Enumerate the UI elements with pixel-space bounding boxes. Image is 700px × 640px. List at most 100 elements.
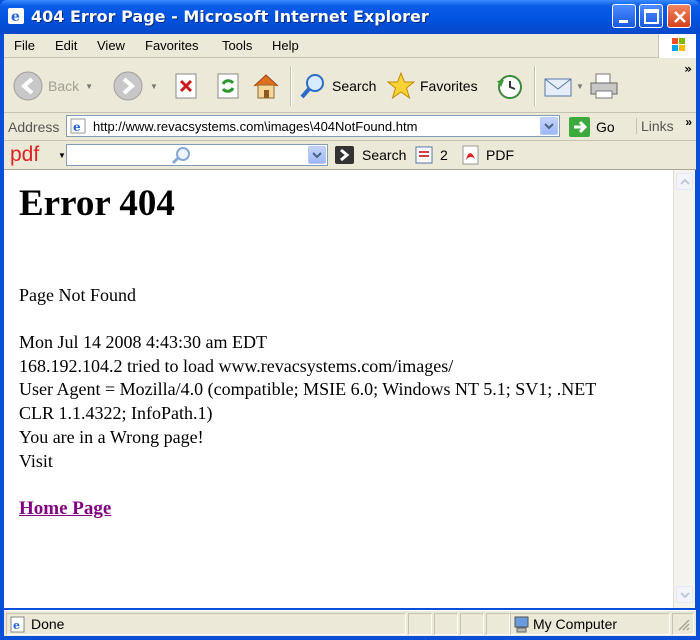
mail-envelope-icon <box>544 78 572 97</box>
status-text: Done <box>31 616 65 632</box>
pdf-label: PDF <box>486 147 514 163</box>
address-input[interactable]: e http://www.revacsystems.com\images\404… <box>66 115 560 137</box>
back-label: Back <box>48 78 80 94</box>
user-agent-text: User Agent = Mozilla/4.0 (compatible; MS… <box>19 379 597 399</box>
back-dropdown-icon[interactable]: ▼ <box>85 82 93 91</box>
chevron-up-icon <box>680 178 690 185</box>
page-ie-icon: e <box>70 118 86 134</box>
toolbar-separator <box>534 66 536 106</box>
page-content: Error 404 Page Not Found Mon Jul 14 2008… <box>4 170 673 608</box>
search-label: Search <box>332 78 377 94</box>
pdf-button[interactable]: PDF <box>460 145 514 165</box>
favorites-label: Favorites <box>420 78 478 94</box>
menu-tools[interactable]: Tools <box>222 38 252 53</box>
security-zone-cell[interactable]: My Computer <box>510 613 670 635</box>
pdf-highlight-button[interactable]: 2 <box>414 145 448 165</box>
pdf-search-input[interactable] <box>66 144 328 166</box>
page-not-found-text: Page Not Found <box>19 285 136 305</box>
history-clock-icon <box>497 75 522 99</box>
pdf-search-label: Search <box>362 147 407 163</box>
chevron-down-icon <box>312 152 322 159</box>
home-button[interactable] <box>250 68 282 104</box>
status-cell-blank <box>408 613 432 635</box>
close-icon <box>674 11 686 23</box>
page-done-icon: e <box>10 616 25 633</box>
minimize-icon <box>619 20 628 23</box>
menu-favorites[interactable]: Favorites <box>145 38 198 53</box>
pdf-search-dropdown-button[interactable] <box>308 146 326 164</box>
resize-grip[interactable] <box>672 613 694 635</box>
status-bar: e Done My Computer <box>4 610 696 636</box>
home-icon <box>253 74 279 99</box>
status-cell-blank <box>486 613 510 635</box>
menu-help[interactable]: Help <box>272 38 299 53</box>
close-button[interactable] <box>667 4 691 28</box>
security-zone-text: My Computer <box>533 616 618 632</box>
status-cell-blank <box>460 613 484 635</box>
ie-icon: e <box>8 8 24 25</box>
print-button[interactable] <box>588 68 620 104</box>
search-magnifier-icon <box>300 74 324 99</box>
forward-button[interactable]: ▼ <box>112 68 158 104</box>
links-overflow-icon[interactable]: » <box>685 115 692 129</box>
window-frame-bottom <box>0 636 700 640</box>
pdf-file-icon <box>462 145 479 165</box>
pdf-logo[interactable]: pdf <box>10 143 39 167</box>
timestamp-text: Mon Jul 14 2008 4:43:30 am EDT <box>19 332 267 352</box>
user-agent-text-continued: CLR 1.1.4322; InfoPath.1) <box>19 403 213 423</box>
favorites-star-icon <box>386 71 416 100</box>
history-button[interactable] <box>494 68 524 104</box>
svg-text:e: e <box>11 9 20 25</box>
mail-button[interactable]: ▼ <box>542 68 584 104</box>
my-computer-icon <box>514 616 529 633</box>
mail-dropdown-icon[interactable]: ▼ <box>576 82 584 91</box>
pdf-toolbar: pdf ▼ Search 2 PDF <box>4 141 696 170</box>
visit-text: Visit <box>19 451 53 471</box>
go-label: Go <box>596 119 615 135</box>
toolbar-overflow-icon[interactable]: » <box>684 62 692 76</box>
back-button[interactable]: Back ▼ <box>12 68 93 104</box>
menu-bar: File Edit View Favorites Tools Help <box>4 34 696 58</box>
home-page-link[interactable]: Home Page <box>19 497 111 520</box>
standard-toolbar: Back ▼ ▼ Search Favorites ▼ » <box>4 58 696 113</box>
resize-grip-icon <box>678 619 690 631</box>
links-button[interactable]: Links <box>636 118 674 134</box>
svg-text:e: e <box>13 619 20 632</box>
go-arrow-icon <box>569 117 590 137</box>
status-cell-blank <box>434 613 458 635</box>
scroll-down-button[interactable] <box>676 586 693 603</box>
windows-flag-icon <box>672 38 685 51</box>
chevron-down-icon <box>544 123 554 130</box>
forward-dropdown-icon[interactable]: ▼ <box>150 82 158 91</box>
stop-icon <box>175 73 197 99</box>
pdf-count: 2 <box>440 147 448 163</box>
minimize-button[interactable] <box>612 4 636 28</box>
search-button[interactable]: Search <box>298 68 376 104</box>
printer-icon <box>590 73 618 99</box>
load-info-text: 168.192.104.2 tried to load www.revacsys… <box>19 356 454 376</box>
arrow-right-icon <box>335 146 354 164</box>
refresh-button[interactable] <box>214 68 242 104</box>
menu-view[interactable]: View <box>97 38 125 53</box>
favorites-button[interactable]: Favorites <box>386 68 478 104</box>
address-url: http://www.revacsystems.com\images\404No… <box>93 119 418 134</box>
back-arrow-icon <box>13 71 43 101</box>
menu-file[interactable]: File <box>14 38 35 53</box>
highlight-icon <box>415 146 433 164</box>
go-button[interactable]: Go <box>568 116 615 138</box>
windows-logo <box>658 34 696 58</box>
scroll-up-button[interactable] <box>676 173 693 190</box>
pdf-menu-dropdown-icon[interactable]: ▼ <box>58 151 66 160</box>
maximize-button[interactable] <box>639 4 663 28</box>
maximize-icon <box>644 9 659 24</box>
stop-button[interactable] <box>172 68 200 104</box>
status-text-cell: e Done <box>6 613 406 635</box>
chevron-down-icon <box>680 592 690 599</box>
title-bar[interactable]: e 404 Error Page - Microsoft Internet Ex… <box>0 0 700 34</box>
vertical-scrollbar[interactable] <box>673 170 695 608</box>
refresh-icon <box>217 73 239 99</box>
address-dropdown-button[interactable] <box>540 117 558 135</box>
search-magnifier-icon <box>171 147 190 165</box>
pdf-search-button[interactable]: Search <box>334 145 406 165</box>
menu-edit[interactable]: Edit <box>55 38 77 53</box>
